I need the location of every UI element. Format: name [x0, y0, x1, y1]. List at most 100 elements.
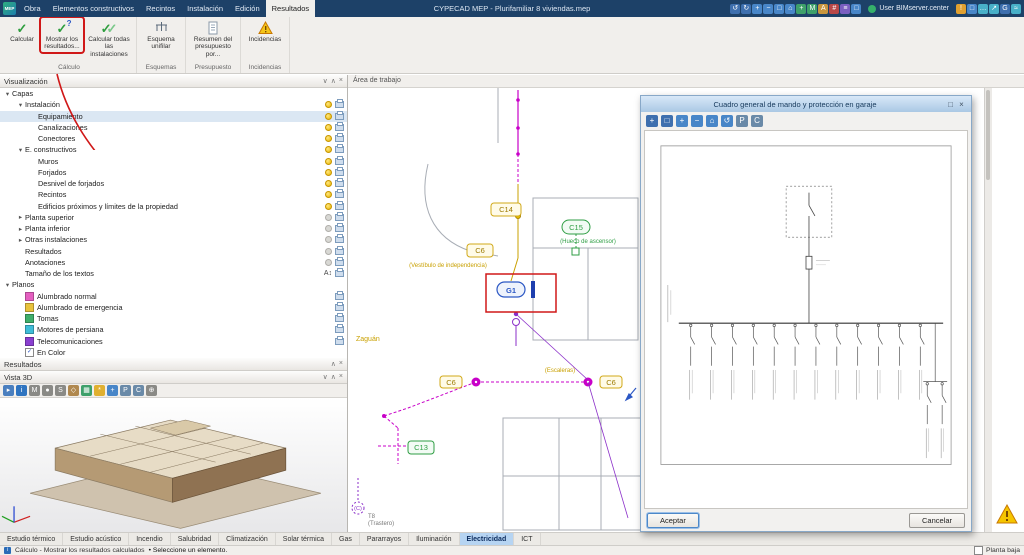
menu-item[interactable]: Edición	[229, 0, 266, 17]
print-layer-icon[interactable]	[335, 248, 344, 255]
print-layer-icon[interactable]	[335, 259, 344, 266]
zoom-in-icon[interactable]: +	[676, 115, 688, 127]
print-layer-icon[interactable]	[335, 113, 344, 120]
calculate-button[interactable]: ✓ Calcular	[5, 18, 39, 44]
tree-item[interactable]: Alumbrado normal	[0, 291, 347, 302]
module-tab[interactable]: Salubridad	[171, 533, 219, 545]
print-layer-icon[interactable]	[335, 158, 344, 165]
expander-icon[interactable]: ▸	[16, 213, 25, 221]
print-layer-icon[interactable]	[335, 214, 344, 221]
schematic-canvas[interactable]	[644, 130, 968, 509]
tree-item[interactable]: Alumbrado de emergencia	[0, 302, 347, 313]
tree-item[interactable]: ▾ Instalación	[0, 99, 347, 110]
print-layer-icon[interactable]	[335, 203, 344, 210]
visibility-bulb-icon[interactable]	[325, 225, 332, 232]
close-icon[interactable]: ×	[339, 373, 343, 381]
pan-icon[interactable]: +	[796, 4, 806, 14]
colors-icon[interactable]: ▦	[81, 385, 92, 396]
menu-item[interactable]: Obra	[18, 0, 47, 17]
expander-icon[interactable]: ▾	[16, 101, 25, 109]
budget-summary-button[interactable]: Resumen del presupuesto por...	[189, 18, 237, 59]
tree-item[interactable]: Muros	[0, 156, 347, 167]
tree-item[interactable]: Tamaño de los textos A↕	[0, 268, 347, 279]
pan-icon[interactable]: +	[646, 115, 658, 127]
visibility-bulb-icon[interactable]	[325, 146, 332, 153]
measure-icon[interactable]: M	[807, 4, 817, 14]
calculate-all-button[interactable]: ✓✓ Calcular todas las instalaciones	[85, 18, 133, 59]
visibility-bulb-icon[interactable]	[325, 180, 332, 187]
visibility-bulb-icon[interactable]	[325, 214, 332, 221]
print-layer-icon[interactable]	[335, 236, 344, 243]
module-tab[interactable]: Incendio	[129, 533, 170, 545]
circuit-label-c13[interactable]: C13	[414, 443, 428, 452]
print-layer-icon[interactable]	[335, 180, 344, 187]
close-icon[interactable]: ×	[956, 100, 967, 109]
zoom-window-icon[interactable]: □	[661, 115, 673, 127]
visibility-bulb-icon[interactable]	[325, 259, 332, 266]
globe-icon[interactable]: G	[1000, 4, 1010, 14]
module-tab[interactable]: ICT	[514, 533, 540, 545]
module-tab[interactable]: Estudio térmico	[0, 533, 63, 545]
module-tab[interactable]: Solar térmica	[276, 533, 332, 545]
tree-item[interactable]: ▸ Planta superior	[0, 212, 347, 223]
capture-icon[interactable]: C	[133, 385, 144, 396]
visibility-bulb-icon[interactable]	[325, 236, 332, 243]
zoom-all-icon[interactable]: ⌂	[785, 4, 795, 14]
print-layer-icon[interactable]	[335, 101, 344, 108]
tree-item[interactable]: Canalizaciones	[0, 122, 347, 133]
module-tab[interactable]: Iluminación	[409, 533, 459, 545]
module-tab[interactable]: Pararrayos	[360, 533, 409, 545]
hide-elements-icon[interactable]: ●	[42, 385, 53, 396]
text-size-icon[interactable]: A↕	[324, 270, 332, 277]
print-layer-icon[interactable]	[335, 124, 344, 131]
tree-item[interactable]: ✓ En Color	[0, 347, 347, 358]
print-layer-icon[interactable]	[335, 135, 344, 142]
tree-item[interactable]: Tomas	[0, 313, 347, 324]
menu-item[interactable]: Instalación	[181, 0, 229, 17]
print-layer-icon[interactable]	[335, 315, 344, 322]
previous-zoom-icon[interactable]: ↺	[721, 115, 733, 127]
circuit-label-c6-left[interactable]: C6	[446, 378, 456, 387]
expander-icon[interactable]: ▸	[16, 236, 25, 244]
sync-icon[interactable]: ↺	[730, 4, 740, 14]
expander-icon[interactable]: ▾	[16, 146, 25, 154]
dock-icon[interactable]: ∧	[331, 373, 336, 381]
tree-item[interactable]: Forjados	[0, 167, 347, 178]
settings-icon[interactable]: ⊕	[146, 385, 157, 396]
print-icon[interactable]: P	[120, 385, 131, 396]
print-icon[interactable]: P	[736, 115, 748, 127]
maximize-icon[interactable]: □	[945, 100, 956, 109]
print-layer-icon[interactable]	[335, 293, 344, 300]
visibility-bulb-icon[interactable]	[325, 101, 332, 108]
tree-item[interactable]: Telecomunicaciones	[0, 336, 347, 347]
zoom-icon[interactable]: +	[107, 385, 118, 396]
print-layer-icon[interactable]	[335, 146, 344, 153]
capture-icon[interactable]: C	[751, 115, 763, 127]
expander-icon[interactable]: ▸	[16, 225, 25, 233]
zoom-in-icon[interactable]: +	[752, 4, 762, 14]
checkbox[interactable]: ✓	[25, 348, 34, 357]
tree-item[interactable]: ▸ Otras instalaciones	[0, 234, 347, 245]
menu-item[interactable]: Resultados	[266, 0, 316, 17]
tree-item[interactable]: Recintos	[0, 189, 347, 200]
close-icon[interactable]: ×	[339, 360, 343, 368]
print-layer-icon[interactable]	[335, 191, 344, 198]
print-layer-icon[interactable]	[335, 169, 344, 176]
circuit-label-c6-right[interactable]: C6	[606, 378, 616, 387]
dock-icon[interactable]: ∧	[331, 360, 336, 368]
layers-icon[interactable]: ≡	[840, 4, 850, 14]
single-line-diagram-button[interactable]: Esquema unifilar	[140, 18, 182, 52]
module-tab[interactable]: Electricidad	[460, 533, 515, 545]
collapse-icon[interactable]: ∨	[323, 77, 328, 85]
expander-icon[interactable]: ▾	[3, 281, 12, 289]
share-icon[interactable]: ↗	[989, 4, 999, 14]
close-icon[interactable]: ×	[339, 77, 343, 85]
zoom-all-icon[interactable]: ⌂	[706, 115, 718, 127]
print-layer-icon[interactable]	[335, 270, 344, 277]
menu-item[interactable]: Elementos constructivos	[47, 0, 140, 17]
views-icon[interactable]: ◇	[68, 385, 79, 396]
panel-label-g1[interactable]: G1	[506, 286, 516, 295]
screens-icon[interactable]: □	[967, 4, 977, 14]
zoom-window-icon[interactable]: □	[774, 4, 784, 14]
tree-item[interactable]: Conectores	[0, 133, 347, 144]
